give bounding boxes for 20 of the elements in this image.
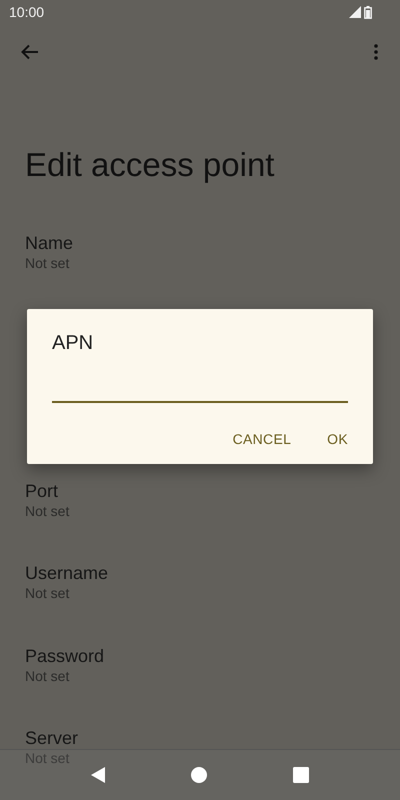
setting-value: Not set [25, 254, 70, 272]
home-icon[interactable] [191, 767, 207, 783]
setting-value: Not set [25, 584, 70, 602]
setting-label[interactable]: Name [25, 232, 74, 254]
battery-icon [364, 6, 372, 18]
status-time: 10:00 [9, 4, 44, 20]
setting-value: Not set [25, 666, 70, 684]
back-icon[interactable] [91, 767, 105, 783]
signal-icon [349, 6, 361, 18]
page-title: Edit access point [25, 145, 274, 185]
dialog-button[interactable]: CANCEL [224, 423, 300, 455]
dialog-button[interactable]: OK [319, 423, 356, 455]
setting-label[interactable]: Password [25, 644, 104, 666]
setting-label[interactable]: Port [25, 480, 58, 502]
setting-value: Not set [25, 502, 70, 520]
setting-label[interactable]: Username [25, 562, 108, 584]
setting-label[interactable]: Server [25, 727, 78, 749]
back-arrow-icon[interactable] [21, 44, 39, 60]
dialog-title: APN [52, 331, 94, 355]
more-options-icon[interactable] [374, 44, 378, 60]
